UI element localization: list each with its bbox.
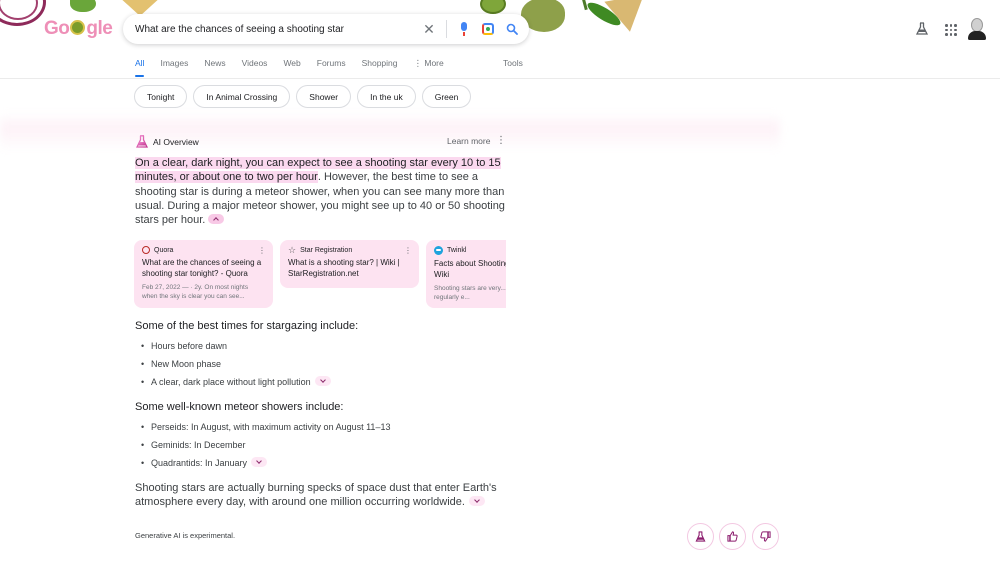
list-item-text: Hours before dawn (151, 341, 228, 351)
tab-shopping[interactable]: Shopping (362, 58, 398, 77)
list-item: A clear, dark place without light pollut… (141, 373, 331, 391)
ai-closing-paragraph: Shooting stars are actually burning spec… (135, 481, 505, 510)
source-title: What are the chances of seeing a shootin… (142, 258, 262, 278)
microphone-icon[interactable] (457, 22, 471, 36)
clear-icon[interactable]: ✕ (422, 22, 436, 36)
tab-more[interactable]: ⋮ More (414, 58, 444, 77)
thumbs-up-icon (727, 531, 738, 542)
tab-images[interactable]: Images (160, 58, 188, 77)
meteor-showers-list: Perseids: In August, with maximum activi… (141, 418, 390, 472)
ai-flask-icon (135, 135, 149, 148)
ai-overview-header: AI Overview (135, 135, 199, 148)
apps-grid-icon[interactable] (945, 24, 957, 36)
list-item-text: Geminids: In December (151, 440, 246, 450)
search-icon[interactable] (505, 22, 519, 36)
stargazing-list: Hours before dawn New Moon phase A clear… (141, 337, 331, 391)
source-title: Facts about Shooting Stars - Twinkl Wiki (434, 259, 506, 279)
account-avatar[interactable] (967, 18, 987, 40)
source-card[interactable]: Twinkl Facts about Shooting Stars - Twin… (426, 240, 506, 308)
jalapeno-slice-decoration (480, 0, 506, 14)
expand-source-button[interactable] (468, 496, 485, 507)
google-doodle-logo[interactable]: Go gle (44, 18, 113, 40)
quora-favicon-icon (142, 246, 150, 254)
twinkl-favicon-icon (434, 246, 443, 255)
list-item: Quadrantids: In January (141, 454, 390, 472)
refinement-chips: Tonight In Animal Crossing Shower In the… (134, 85, 472, 108)
labs-flask-icon[interactable] (915, 22, 929, 36)
thumbs-up-button[interactable] (719, 523, 746, 550)
source-title: What is a shooting star? | Wiki | StarRe… (288, 258, 400, 278)
learn-more-link[interactable]: Learn more (447, 136, 490, 146)
list-item-text: A clear, dark place without light pollut… (151, 377, 311, 387)
source-cards-carousel: Quora What are the chances of seeing a s… (134, 240, 506, 310)
meteor-showers-heading: Some well-known meteor showers include: (135, 401, 344, 413)
chip-in-animal-crossing[interactable]: In Animal Crossing (193, 85, 291, 108)
star-registration-favicon-icon: ☆ (288, 245, 297, 255)
ai-overview-glow (0, 112, 780, 152)
collapse-sources-button[interactable] (208, 214, 225, 225)
source-site: Twinkl (447, 247, 467, 254)
thumbs-down-icon (760, 531, 771, 542)
labs-feedback-button[interactable] (687, 523, 714, 550)
chip-tonight[interactable]: Tonight (134, 85, 188, 108)
generative-ai-disclaimer: Generative AI is experimental. (135, 531, 236, 540)
source-snippet: Shooting stars are very... from space re… (434, 285, 506, 301)
closing-text: Shooting stars are actually burning spec… (135, 482, 497, 509)
google-lens-icon[interactable] (481, 22, 495, 36)
tools-button[interactable]: Tools (503, 58, 523, 68)
list-item: Geminids: In December (141, 436, 390, 454)
lettuce-doodle-decoration (70, 0, 96, 12)
expand-source-button[interactable] (314, 376, 331, 386)
tab-news[interactable]: News (204, 58, 225, 77)
chip-shower[interactable]: Shower (296, 85, 352, 108)
source-snippet: Feb 27, 2022 — · 2y. On most nights when… (142, 284, 249, 300)
labs-icon (695, 531, 706, 542)
tab-videos[interactable]: Videos (242, 58, 268, 77)
source-menu-icon[interactable]: ⋮ (258, 246, 266, 255)
search-box[interactable]: ✕ (123, 14, 529, 44)
search-input[interactable] (135, 23, 425, 35)
search-divider (446, 20, 447, 38)
tabs-divider (0, 78, 1000, 79)
expand-source-button[interactable] (251, 457, 268, 467)
source-site: Star Registration (300, 246, 353, 254)
tab-all[interactable]: All (135, 58, 145, 77)
source-menu-icon[interactable]: ⋮ (404, 246, 412, 255)
list-item: Perseids: In August, with maximum activi… (141, 418, 390, 436)
ai-overview-menu-icon[interactable]: ⋮ (496, 136, 506, 146)
ai-overview-summary: On a clear, dark night, you can expect t… (135, 156, 505, 227)
tab-forums[interactable]: Forums (317, 58, 346, 77)
source-site: Quora (154, 246, 174, 254)
ai-overview-label: AI Overview (153, 136, 199, 147)
list-item: Hours before dawn (141, 337, 331, 355)
chip-green[interactable]: Green (421, 85, 472, 108)
stargazing-heading: Some of the best times for stargazing in… (135, 320, 359, 332)
source-card[interactable]: Quora What are the chances of seeing a s… (134, 240, 273, 308)
list-item-text: Quadrantids: In January (151, 458, 248, 468)
thumbs-down-button[interactable] (752, 523, 779, 550)
list-item-text: Perseids: In August, with maximum activi… (151, 422, 391, 432)
source-card[interactable]: ☆ Star Registration What is a shooting st… (280, 240, 419, 288)
list-item: New Moon phase (141, 355, 331, 373)
tab-web[interactable]: Web (283, 58, 300, 77)
chip-in-the-uk[interactable]: In the uk (357, 85, 416, 108)
search-tabs: All Images News Videos Web Forums Shoppi… (135, 58, 460, 77)
tortilla-chip-decoration (604, 0, 650, 36)
list-item-text: New Moon phase (151, 359, 222, 369)
